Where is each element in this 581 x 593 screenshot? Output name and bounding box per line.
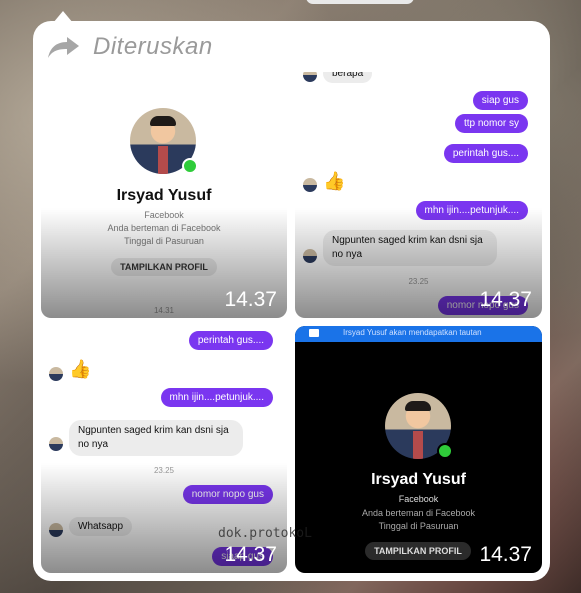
media-tile-profile[interactable]: Irsyad Yusuf Facebook Anda berteman di F… (41, 72, 287, 318)
profile-location: Tinggal di Pasuruan (378, 521, 459, 531)
contact-avatar (49, 367, 63, 381)
contact-avatar (303, 178, 317, 192)
contact-avatar (49, 437, 63, 451)
timestamp-small: 23.25 (153, 466, 175, 475)
message-out: nomor nopo gus (182, 485, 273, 504)
contact-avatar (303, 72, 317, 82)
profile-location: Tinggal di Pasuruan (124, 236, 204, 246)
tile-time: 14.37 (224, 543, 277, 566)
tile-time: 14.37 (224, 288, 277, 311)
message-out: perintah gus.... (188, 331, 273, 350)
tile-time: 14.37 (479, 543, 532, 566)
top-handle (306, 0, 414, 4)
watermark: dok.protokoL (218, 526, 312, 541)
message-out: mhn ijin....petunjuk.... (415, 201, 528, 220)
profile-source: Facebook (398, 494, 439, 504)
thumbs-up-icon: 👍 (69, 359, 92, 379)
message-out: siap gus (472, 91, 528, 110)
message-out: perintah gus.... (443, 144, 528, 163)
profile-name: Irsyad Yusuf (371, 471, 466, 488)
message-in: berapa (323, 72, 373, 83)
header-title: Diteruskan (93, 33, 213, 60)
profile-friend-status: Anda berteman di Facebook (107, 223, 221, 233)
message-in: Ngpunten saged krim kan dsni sja no nya (69, 420, 243, 456)
image-icon (309, 329, 319, 337)
online-indicator (437, 443, 453, 459)
profile-source: Facebook (144, 210, 184, 220)
media-tile-chat-1[interactable]: berapa siap gus ttp nomor sy perintah gu… (295, 72, 542, 318)
media-tile-profile-dark[interactable]: Irsyad Yusuf akan mendapatkan tautan Irs… (295, 326, 542, 573)
message-in: Whatsapp (69, 517, 133, 536)
contact-avatar (49, 523, 63, 537)
card-notch (53, 11, 73, 23)
message-in: Ngpunten saged krim kan dsni sja no nya (323, 230, 497, 266)
view-profile-button[interactable]: TAMPILKAN PROFIL (365, 542, 471, 560)
profile-name: Irsyad Yusuf (116, 187, 212, 204)
view-profile-button[interactable]: TAMPILKAN PROFIL (111, 258, 217, 276)
online-indicator (182, 158, 198, 174)
forwarded-card[interactable]: Diteruskan Irsyad Yusuf Facebook Anda be… (33, 11, 550, 581)
card-header: Diteruskan (47, 31, 213, 63)
tile-time: 14.37 (479, 288, 532, 311)
message-out: mhn ijin....petunjuk.... (160, 388, 273, 407)
thumbs-up-icon: 👍 (323, 171, 346, 191)
contact-avatar (303, 249, 317, 263)
message-out: ttp nomor sy (454, 114, 528, 133)
profile-friend-status: Anda berteman di Facebook (361, 508, 476, 518)
timestamp-small: 23.25 (408, 277, 429, 286)
link-banner: Irsyad Yusuf akan mendapatkan tautan (295, 326, 542, 342)
forward-icon (47, 35, 81, 59)
